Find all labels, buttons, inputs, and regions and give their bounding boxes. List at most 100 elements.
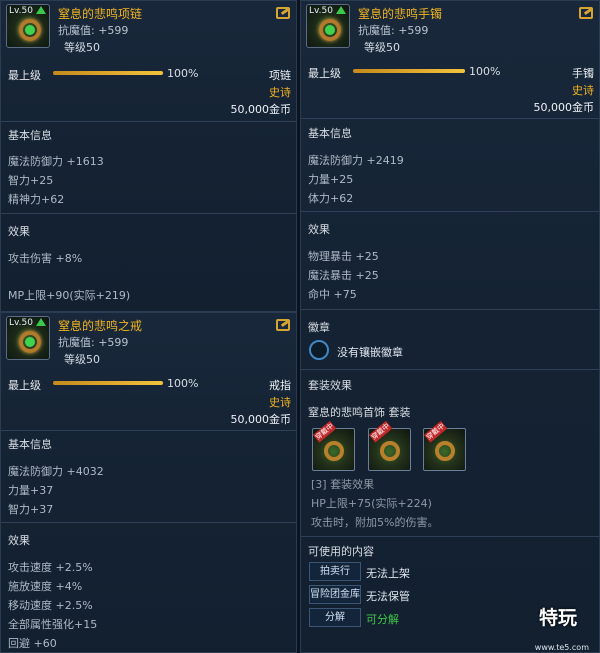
upgrade-arrow-icon bbox=[36, 318, 46, 326]
upgrade-arrow-icon bbox=[336, 6, 346, 14]
grade-label: 最上级 bbox=[8, 379, 41, 392]
usable-content-title: 可使用的内容 bbox=[308, 545, 374, 558]
necklace-tooltip: Lv.50 窒息的悲鸣项链 抗魔值: +599 等级50 最上级 100% 项链… bbox=[0, 0, 297, 312]
bracelet-item-icon[interactable]: Lv.50 bbox=[306, 4, 350, 48]
stat-line: 魔法防御力 +1613 bbox=[8, 155, 104, 168]
sell-price: 50,000金币 bbox=[533, 101, 595, 114]
grade-bar bbox=[53, 71, 163, 75]
rarity: 史诗 bbox=[269, 396, 291, 409]
divider bbox=[301, 369, 599, 370]
stat-line: 魔法防御力 +4032 bbox=[8, 465, 104, 478]
divider bbox=[1, 121, 296, 122]
edit-icon[interactable] bbox=[276, 7, 290, 19]
level-requirement: 等级50 bbox=[64, 41, 100, 54]
equipped-tag: 穿戴中 bbox=[369, 420, 393, 443]
divider bbox=[1, 213, 296, 214]
basic-info-title: 基本信息 bbox=[8, 438, 52, 451]
divider bbox=[301, 211, 599, 212]
effect-line: 攻击速度 +2.5% bbox=[8, 561, 93, 574]
basic-info-title: 基本信息 bbox=[8, 129, 52, 142]
rarity: 史诗 bbox=[572, 84, 594, 97]
item-name: 窒息的悲鸣手镯 bbox=[358, 7, 443, 21]
set-item-ring-icon[interactable]: 穿戴中 bbox=[423, 420, 466, 471]
rarity: 史诗 bbox=[269, 86, 291, 99]
slot-type: 手镯 bbox=[572, 67, 594, 80]
ring-tooltip: Lv.50 窒息的悲鸣之戒 抗魔值: +599 等级50 最上级 100% 戒指… bbox=[0, 312, 297, 653]
stat-line: 力量+25 bbox=[308, 173, 354, 186]
grade-label: 最上级 bbox=[308, 67, 341, 80]
emblem-slot-icon[interactable] bbox=[309, 340, 329, 360]
divider bbox=[301, 118, 599, 119]
guild-vault-button[interactable]: 冒险团金库 bbox=[309, 585, 361, 604]
emblem-status: 没有镶嵌徽章 bbox=[337, 346, 403, 359]
item-name: 窒息的悲鸣之戒 bbox=[58, 319, 143, 333]
vault-status: 无法保管 bbox=[366, 590, 410, 603]
effect-line: 命中 +75 bbox=[308, 288, 357, 301]
bracelet-art-icon bbox=[380, 441, 400, 461]
ring-item-icon[interactable]: Lv.50 bbox=[6, 316, 50, 360]
effect-line: 回避 +60 bbox=[8, 637, 57, 650]
grade-bar bbox=[53, 381, 163, 385]
stat-line: 魔法防御力 +2419 bbox=[308, 154, 404, 167]
auction-house-button[interactable]: 拍卖行 bbox=[309, 562, 361, 581]
emblem-title: 徽章 bbox=[308, 321, 330, 334]
grade-bar bbox=[353, 69, 465, 73]
effect-line: 施放速度 +4% bbox=[8, 580, 83, 593]
level-requirement: 等级50 bbox=[64, 353, 100, 366]
level-badge: Lv.50 bbox=[9, 6, 33, 16]
sell-price: 50,000金币 bbox=[230, 413, 292, 426]
resist-value: 抗魔值: +599 bbox=[58, 336, 129, 349]
gem-icon bbox=[25, 25, 35, 35]
level-badge: Lv.50 bbox=[9, 318, 33, 328]
divider bbox=[301, 309, 599, 310]
ring-header: Lv.50 窒息的悲鸣之戒 抗魔值: +599 等级50 bbox=[1, 313, 296, 373]
stat-line: 智力+37 bbox=[8, 503, 54, 516]
resist-value: 抗魔值: +599 bbox=[58, 24, 129, 37]
watermark-url: www.te5.com bbox=[534, 643, 589, 652]
set-effect-title: 套装效果 bbox=[308, 379, 352, 392]
basic-info-title: 基本信息 bbox=[308, 127, 352, 140]
edit-icon[interactable] bbox=[276, 319, 290, 331]
effect-title: 效果 bbox=[308, 223, 330, 236]
set-item-necklace-icon[interactable]: 穿戴中 bbox=[312, 420, 355, 471]
effect-line: MP上限+90(实际+219) bbox=[8, 289, 131, 302]
upgrade-arrow-icon bbox=[36, 6, 46, 14]
equipped-tag: 穿戴中 bbox=[424, 420, 448, 443]
grade-percent: 100% bbox=[469, 65, 501, 78]
gem-icon bbox=[325, 25, 335, 35]
stat-line: 体力+62 bbox=[308, 192, 354, 205]
gem-icon bbox=[25, 337, 35, 347]
slot-type: 项链 bbox=[269, 69, 291, 82]
necklace-art-icon bbox=[324, 441, 344, 461]
set-bonus-line: 攻击时，附加5%的伤害。 bbox=[311, 516, 439, 529]
divider bbox=[301, 536, 599, 537]
grade-label: 最上级 bbox=[8, 69, 41, 82]
stat-line: 智力+25 bbox=[8, 174, 54, 187]
sell-price: 50,000金币 bbox=[230, 103, 292, 116]
effect-line: 攻击伤害 +8% bbox=[8, 252, 83, 265]
item-name: 窒息的悲鸣项链 bbox=[58, 7, 143, 21]
bracelet-header: Lv.50 窒息的悲鸣手镯 抗魔值: +599 等级50 bbox=[301, 1, 599, 61]
ring-art-icon bbox=[435, 441, 455, 461]
bracelet-tooltip: Lv.50 窒息的悲鸣手镯 抗魔值: +599 等级50 最上级 100% 手镯… bbox=[300, 0, 600, 653]
set-item-bracelet-icon[interactable]: 穿戴中 bbox=[368, 420, 411, 471]
stat-line: 力量+37 bbox=[8, 484, 54, 497]
effect-title: 效果 bbox=[8, 225, 30, 238]
stat-line: 精神力+62 bbox=[8, 193, 65, 206]
slot-type: 戒指 bbox=[269, 379, 291, 392]
effect-line: 移动速度 +2.5% bbox=[8, 599, 93, 612]
disassemble-status: 可分解 bbox=[366, 613, 399, 626]
watermark-logo: 特玩 bbox=[538, 607, 577, 629]
divider bbox=[1, 430, 296, 431]
auction-status: 无法上架 bbox=[366, 567, 410, 580]
grade-percent: 100% bbox=[167, 377, 199, 390]
effect-line: 全部属性强化+15 bbox=[8, 618, 98, 631]
disassemble-button[interactable]: 分解 bbox=[309, 608, 361, 627]
grade-bar-fill bbox=[353, 69, 465, 73]
edit-icon[interactable] bbox=[579, 7, 593, 19]
necklace-header: Lv.50 窒息的悲鸣项链 抗魔值: +599 等级50 bbox=[1, 1, 296, 61]
level-requirement: 等级50 bbox=[364, 41, 400, 54]
necklace-item-icon[interactable]: Lv.50 bbox=[6, 4, 50, 48]
effect-line: 魔法暴击 +25 bbox=[308, 269, 379, 282]
level-badge: Lv.50 bbox=[309, 6, 333, 16]
